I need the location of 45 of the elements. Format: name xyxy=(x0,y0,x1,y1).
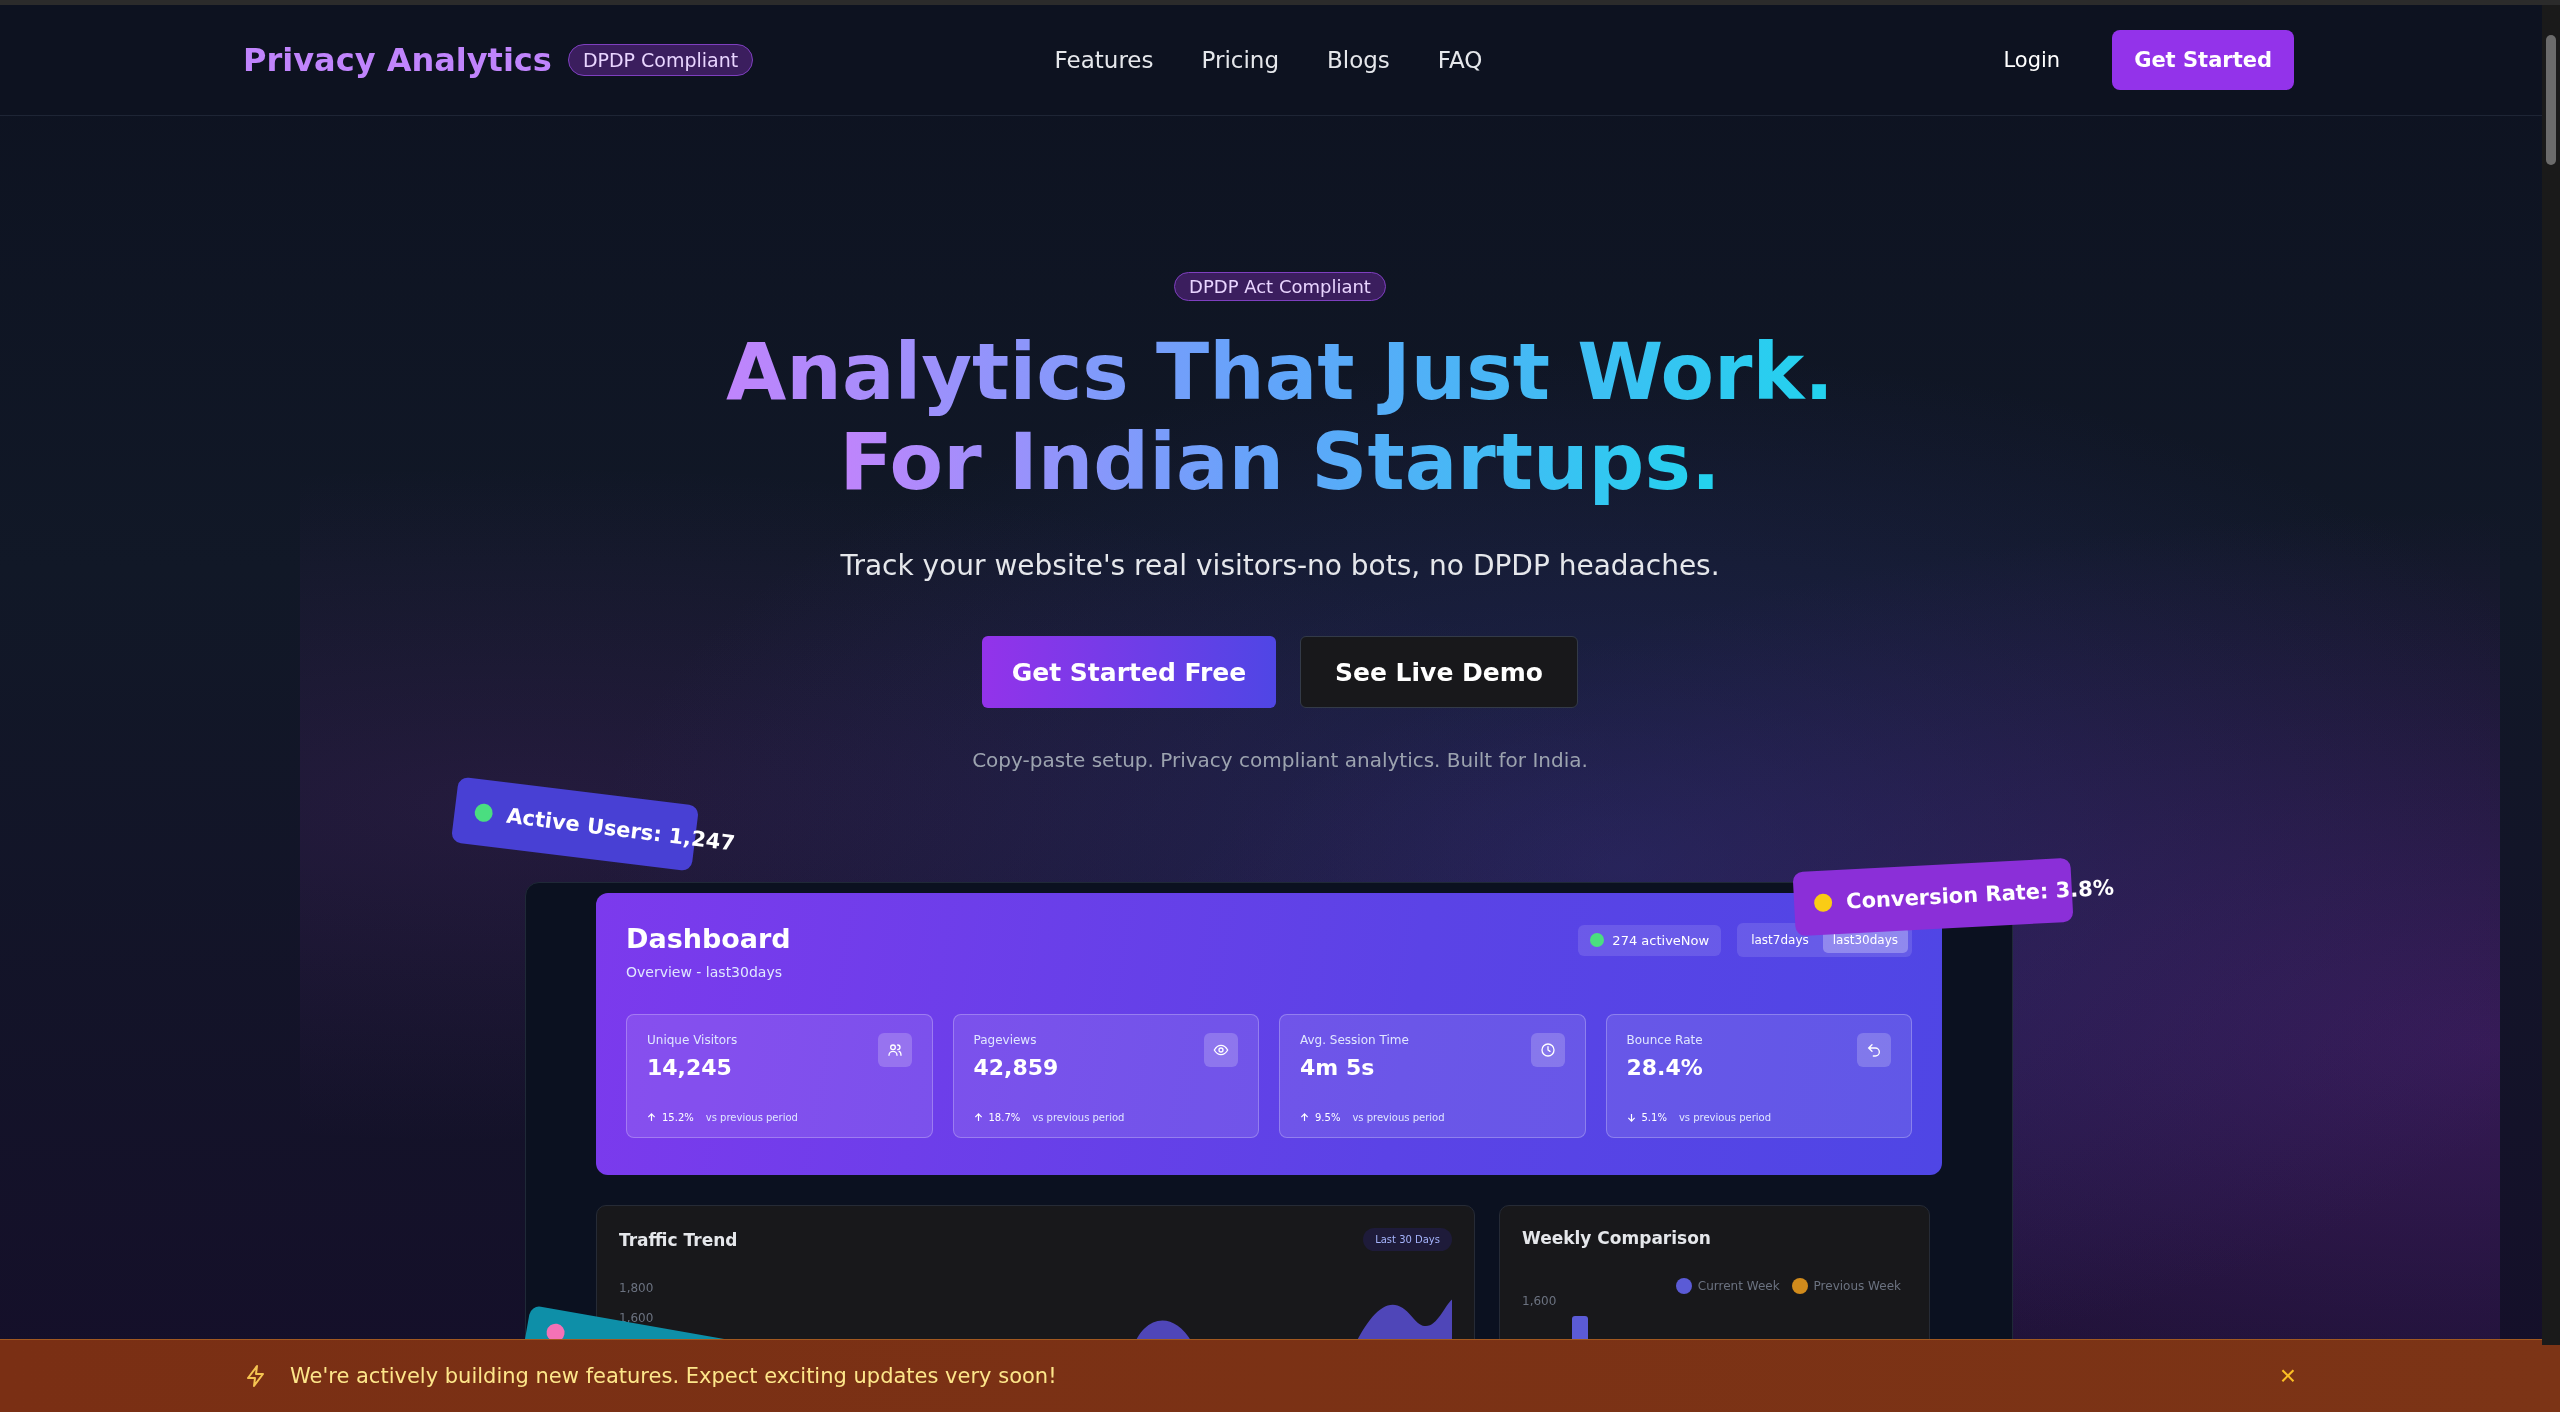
axis-tick: 1,600 xyxy=(619,1311,655,1325)
change-note: vs previous period xyxy=(1352,1112,1445,1123)
hero-caption: Copy-paste setup. Privacy compliant analytics. Built for India. xyxy=(972,748,1588,772)
stat-value: 4m 5s xyxy=(1300,1055,1376,1080)
compliance-badge: DPDP Compliant xyxy=(567,44,754,76)
stat-label: Pageviews xyxy=(973,1033,1038,1047)
live-demo-button[interactable]: See Live Demo xyxy=(1300,636,1578,708)
axis-tick: 1,600 xyxy=(1522,1294,1558,1308)
change-value: 5.1% xyxy=(1641,1112,1667,1123)
change-value: 18.7% xyxy=(988,1112,1021,1123)
change-note: vs previous period xyxy=(705,1112,798,1123)
dashboard-title: Dashboard xyxy=(626,923,791,954)
dashboard-subtitle: Overview - last30days xyxy=(626,964,783,980)
close-button[interactable]: × xyxy=(2275,1360,2300,1392)
nav-link[interactable]: Features xyxy=(1054,47,1154,73)
stat-label: Bounce Rate xyxy=(1626,1033,1703,1047)
compliance-badge: DPDP Act Compliant xyxy=(1174,272,1386,301)
chart-title: Weekly Comparison xyxy=(1522,1228,1711,1248)
change-note: vs previous period xyxy=(1678,1112,1771,1123)
get-started-button[interactable]: Get Started xyxy=(2112,30,2294,90)
stat-value: 28.4% xyxy=(1626,1055,1703,1080)
legend-label: Current Week xyxy=(1697,1279,1780,1293)
nav-link[interactable]: FAQ xyxy=(1437,47,1483,73)
legend-label: Previous Week xyxy=(1813,1279,1901,1293)
range-tab[interactable]: last7days xyxy=(1741,927,1819,953)
stat-value: 42,859 xyxy=(973,1055,1059,1080)
stat-label: Unique Visitors xyxy=(647,1033,738,1047)
change-note: vs previous period xyxy=(1032,1112,1125,1123)
change-value: 9.5% xyxy=(1315,1112,1341,1123)
floating-stat-text: Active Users: 1,247 xyxy=(505,803,737,856)
nav-link[interactable]: Blogs xyxy=(1327,47,1390,73)
announcement-text: We're actively building new features. Expect exciting updates very soon! xyxy=(290,1364,1058,1388)
floating-stat-text: Conversion Rate: 3.8% xyxy=(1845,875,2115,914)
logo[interactable]: Privacy Analytics xyxy=(243,41,552,79)
active-now-pill: 274 activeNow xyxy=(1578,924,1722,956)
get-started-free-button[interactable]: Get Started Free xyxy=(982,636,1276,708)
period-badge: Last 30 Days xyxy=(1363,1228,1452,1251)
stat-value: 14,245 xyxy=(647,1055,733,1080)
change-value: 15.2% xyxy=(662,1112,694,1123)
hero-subtitle: Track your website's real visitors-no bots, no DPDP headaches. xyxy=(840,549,1720,582)
stat-label: Avg. Session Time xyxy=(1300,1033,1409,1047)
login-link[interactable]: Login xyxy=(2003,48,2061,72)
nav-link[interactable]: Pricing xyxy=(1201,47,1279,73)
chart-title: Traffic Trend xyxy=(619,1229,738,1250)
axis-tick: 1,800 xyxy=(619,1281,655,1295)
